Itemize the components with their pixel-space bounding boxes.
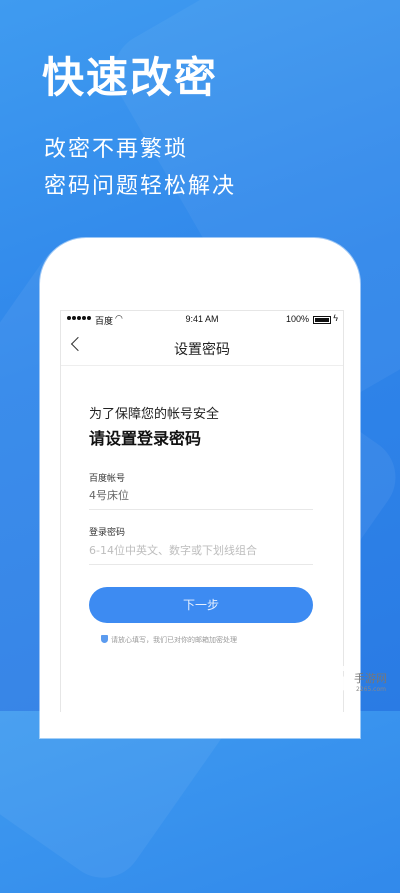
account-field[interactable]: 4号床位 <box>89 487 313 510</box>
next-button[interactable]: 下一步 <box>89 587 313 623</box>
nav-bar: 设置密码 <box>61 331 343 366</box>
password-label: 登录密码 <box>89 528 126 538</box>
status-bar: 百度 ◠ 9:41 AM 100% ϟ <box>61 311 343 331</box>
charging-icon: ϟ <box>333 313 338 323</box>
subline: 改密不再繁琐 <box>44 137 189 162</box>
shield-icon <box>101 635 108 643</box>
battery-icon <box>313 316 331 324</box>
watermark-tag: 手游网 <box>354 672 387 685</box>
intro-heading: 请设置登录密码 <box>89 429 202 448</box>
watermark-logo: 2265 <box>252 660 349 701</box>
subline: 密码问题轻松解决 <box>44 174 237 199</box>
intro-text: 为了保障您的帐号安全 <box>89 407 220 422</box>
security-notice: 请放心填写，我们已对你的邮箱加密处理 <box>101 635 237 645</box>
headline: 快速改密 <box>42 53 219 102</box>
account-label: 百度帐号 <box>89 474 126 484</box>
phone-screen: 百度 ◠ 9:41 AM 100% ϟ 设置密码 为了保障您的帐号安全 请设置登… <box>60 310 344 712</box>
password-input[interactable]: 6-14位中英文、数字或下划线组合 <box>89 542 313 565</box>
battery-percent: 100% <box>285 314 309 324</box>
page-title: 设置密码 <box>174 342 230 358</box>
security-notice-text: 请放心填写，我们已对你的邮箱加密处理 <box>111 636 237 644</box>
watermark-url: 2265.com <box>356 686 386 693</box>
